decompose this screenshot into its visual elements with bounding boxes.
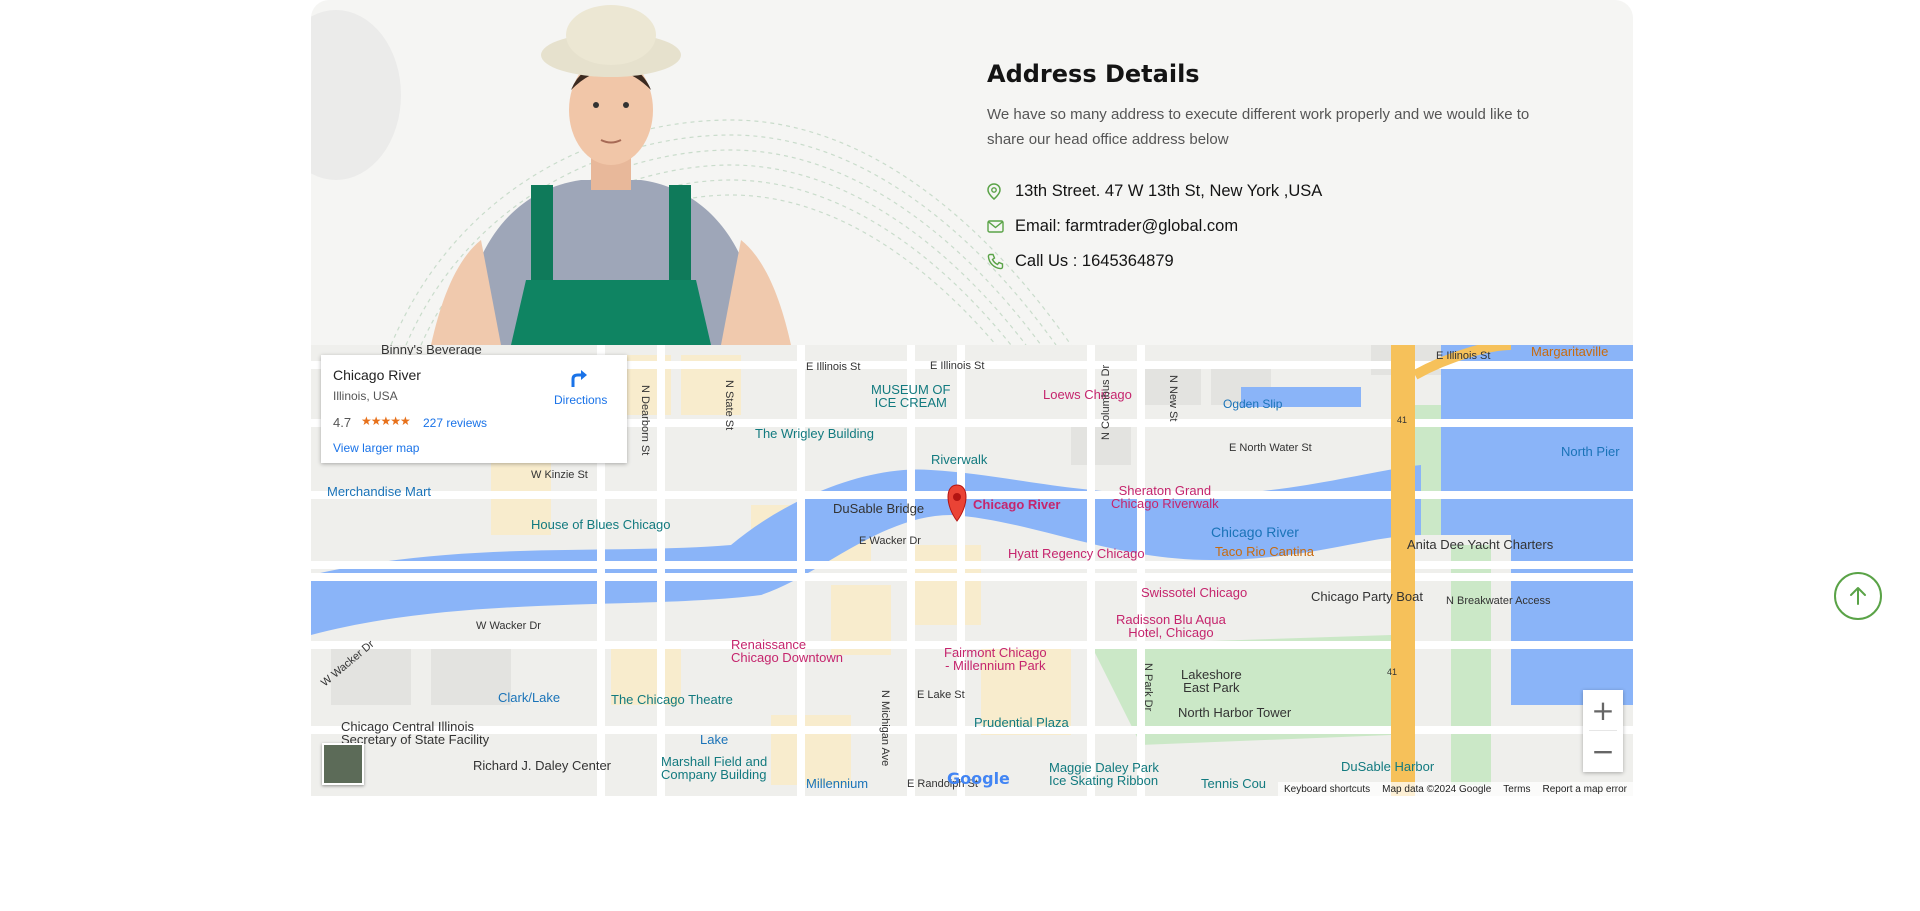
directions-icon[interactable]: [567, 367, 589, 389]
map-label: DuSable Bridge: [833, 501, 925, 516]
map-label: House of Blues Chicago: [531, 517, 671, 532]
place-rating: 4.7: [333, 415, 352, 430]
map-label: Loews Chicago: [1043, 387, 1132, 402]
map-label: N Dearborn St: [639, 385, 651, 456]
place-title: Chicago River: [333, 367, 421, 383]
address-section: Address Details We have so many address …: [311, 0, 1633, 345]
map-pin-icon: [987, 183, 1009, 200]
report-error-link[interactable]: Report a map error: [1543, 784, 1627, 795]
scroll-to-top-button[interactable]: [1834, 572, 1882, 620]
map-label: Tennis Cou: [1201, 776, 1267, 791]
map-label: Chicago River: [1211, 524, 1299, 540]
map-label: N Park Dr: [1142, 663, 1154, 712]
map-label: Hyatt Regency Chicago: [1008, 546, 1145, 561]
address-description: We have so many address to execute diffe…: [987, 106, 1530, 148]
map-label: N Columbus Dr: [1100, 364, 1112, 440]
farmer-illustration: [431, 5, 791, 345]
map-label: Richard J. Daley Center: [473, 758, 611, 773]
map-label: Margaritaville: [1531, 345, 1609, 359]
map-label: E Lake St: [917, 689, 965, 701]
map-data-text: Map data ©2024 Google: [1382, 783, 1492, 795]
zoom-out-button[interactable]: −: [1583, 731, 1623, 771]
star-rating-icon: ★★★★★: [361, 414, 411, 428]
address-street: 13th Street. 47 W 13th St, New York ,USA: [1015, 182, 1323, 200]
address-title: Address Details: [987, 60, 1200, 88]
map-label: Lakeshore East Park: [1181, 667, 1242, 695]
address-details: Address Details We have so many address …: [987, 60, 1557, 279]
address-phone[interactable]: Call Us : 1645364879: [1015, 252, 1174, 271]
map-label: Merchandise Mart: [327, 484, 432, 499]
google-logo-text: Google: [947, 769, 1010, 788]
map-label: N State St: [723, 380, 735, 431]
zoom-controls: + −: [1583, 690, 1623, 772]
map-label: Sheraton Grand Chicago Riverwalk: [1111, 483, 1219, 511]
envelope-icon: [987, 220, 1009, 233]
map-label: The Wrigley Building: [755, 426, 874, 441]
map-label: E Illinois St: [1436, 350, 1491, 362]
map-label: Radisson Blu Aqua Hotel, Chicago: [1116, 612, 1226, 640]
highway-shield: 41: [1387, 667, 1398, 677]
address-phone-row[interactable]: Call Us : 1645364879: [987, 244, 1557, 279]
map-label: The Chicago Theatre: [611, 692, 733, 707]
reviews-link[interactable]: 227 reviews: [423, 416, 487, 430]
zoom-in-button[interactable]: +: [1583, 690, 1623, 730]
map-label: W Wacker Dr: [476, 620, 541, 632]
satellite-toggle[interactable]: [322, 743, 364, 785]
address-street-row: 13th Street. 47 W 13th St, New York ,USA: [987, 174, 1557, 209]
arrow-up-icon: [1850, 587, 1866, 605]
place-info-card: Chicago River Illinois, USA 4.7 ★★★★★ 22…: [321, 355, 627, 463]
highway-shield: 41: [1397, 415, 1408, 425]
map-label: E Illinois St: [806, 361, 861, 373]
map-label: W Kinzie St: [531, 469, 588, 481]
map-label: Renaissance Chicago Downtown: [731, 637, 844, 665]
terms-link[interactable]: Terms: [1503, 784, 1530, 795]
map-label: N Breakwater Access: [1446, 595, 1551, 607]
map-label: DuSable Harbor: [1341, 759, 1435, 774]
map-label: Ogden Slip: [1223, 397, 1283, 411]
map-label: North Pier: [1561, 444, 1620, 459]
map-embed[interactable]: Binny's Beverage E Illinois St E Illinoi…: [311, 345, 1633, 796]
keyboard-shortcuts-link[interactable]: Keyboard shortcuts: [1284, 784, 1370, 795]
map-label: Fairmont Chicago - Millennium Park: [944, 645, 1047, 673]
map-label: MUSEUM OF ICE CREAM: [871, 382, 951, 410]
address-email[interactable]: Email: farmtrader@global.com: [1015, 217, 1238, 236]
map-label: E Illinois St: [930, 360, 985, 372]
map-label: N New St: [1167, 375, 1179, 422]
marker-label[interactable]: Chicago River: [973, 497, 1060, 512]
map-label: Millennium: [806, 776, 869, 791]
google-logo: Google: [947, 769, 1010, 788]
map-label: E Wacker Dr: [859, 535, 921, 547]
map-label: Clark/Lake: [498, 690, 561, 705]
map-label: Chicago Party Boat: [1311, 589, 1424, 604]
map-label: Prudential Plaza: [974, 715, 1069, 730]
map-label: North Harbor Tower: [1178, 705, 1292, 720]
map-label: N Michigan Ave: [879, 690, 891, 767]
map-label: Riverwalk: [931, 452, 988, 467]
phone-icon: [987, 253, 1009, 270]
address-email-row[interactable]: Email: farmtrader@global.com: [987, 209, 1557, 244]
map-label: Swissotel Chicago: [1141, 585, 1248, 600]
map-attribution-bar: Keyboard shortcuts Map data ©2024 Google…: [1277, 782, 1633, 796]
map-label: Lake: [700, 732, 729, 747]
map-label: E North Water St: [1229, 442, 1312, 454]
directions-link[interactable]: Directions: [554, 393, 607, 407]
map-label: Maggie Daley Park Ice Skating Ribbon: [1049, 760, 1159, 788]
map-label: Anita Dee Yacht Charters: [1407, 537, 1554, 552]
map-label: Marshall Field and Company Building: [661, 754, 768, 782]
place-subtitle: Illinois, USA: [333, 389, 398, 403]
view-larger-map-link[interactable]: View larger map: [333, 441, 419, 455]
map-label: Taco Rio Cantina: [1215, 544, 1314, 559]
